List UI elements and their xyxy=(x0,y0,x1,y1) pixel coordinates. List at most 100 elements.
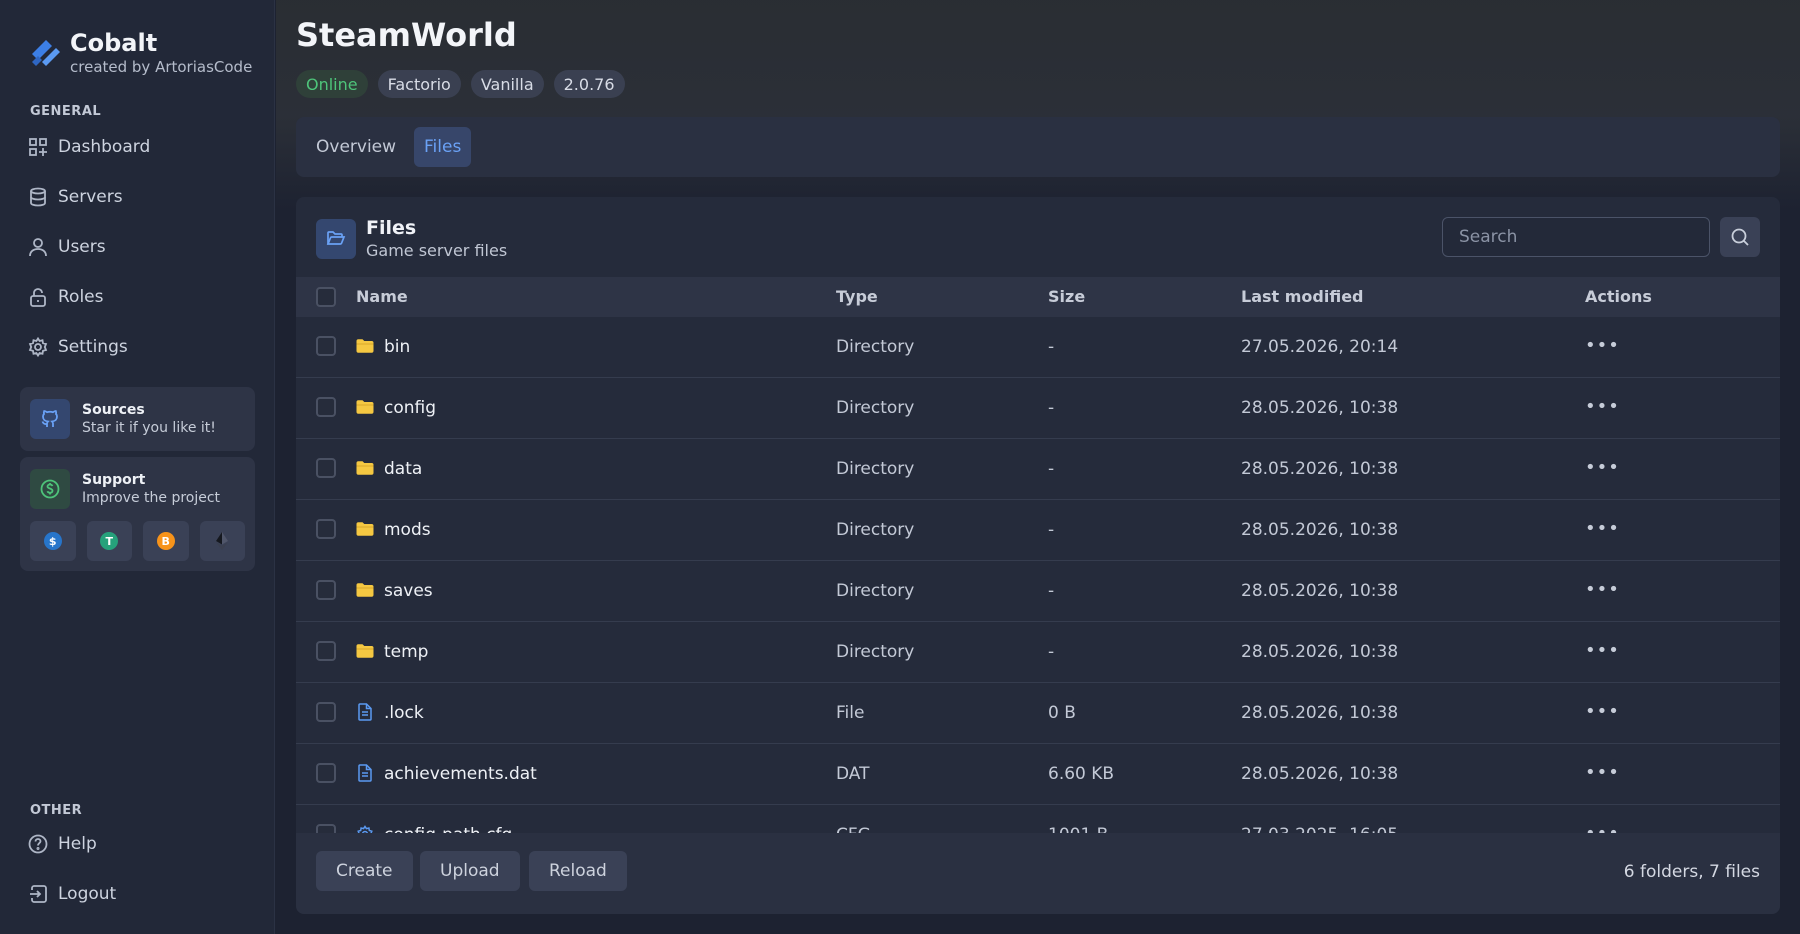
config-file-icon xyxy=(355,824,375,833)
file-name[interactable]: .lock xyxy=(384,703,424,723)
file-name[interactable]: data xyxy=(384,459,422,479)
sidebar-item-label: Users xyxy=(58,237,106,257)
more-actions-icon[interactable]: ••• xyxy=(1585,335,1620,356)
file-modified: 27.03.2025, 16:05 xyxy=(1241,825,1398,833)
table-row[interactable]: mods Directory - 28.05.2026, 10:38 ••• xyxy=(296,500,1780,561)
tab-files[interactable]: Files xyxy=(414,127,472,167)
file-type: CFG xyxy=(836,825,871,833)
file-modified: 27.05.2026, 20:14 xyxy=(1241,337,1399,357)
tab-overview[interactable]: Overview xyxy=(306,127,406,167)
more-actions-icon[interactable]: ••• xyxy=(1585,396,1620,417)
file-icon xyxy=(355,702,375,722)
edition-badge: Vanilla xyxy=(470,70,544,98)
sources-card[interactable]: Sources Star it if you like it! xyxy=(20,387,255,451)
tether-button[interactable]: T xyxy=(86,521,132,561)
panel-subtitle: Game server files xyxy=(366,241,508,260)
file-size: - xyxy=(1048,581,1055,601)
file-list: bin Directory - 27.05.2026, 20:14 ••• config D… xyxy=(296,317,1780,833)
sidebar-item-dashboard[interactable]: Dashboard xyxy=(28,132,150,162)
row-checkbox[interactable] xyxy=(316,702,336,722)
file-modified: 28.05.2026, 10:38 xyxy=(1241,642,1399,662)
create-button[interactable]: Create xyxy=(316,851,413,891)
file-name[interactable]: temp xyxy=(384,642,428,662)
row-checkbox[interactable] xyxy=(316,641,336,661)
table-row[interactable]: config Directory - 28.05.2026, 10:38 ••• xyxy=(296,378,1780,439)
row-checkbox[interactable] xyxy=(316,763,336,783)
column-header-size[interactable]: Size xyxy=(1048,287,1085,306)
file-modified: 28.05.2026, 10:38 xyxy=(1241,581,1399,601)
file-type: DAT xyxy=(836,764,870,784)
row-checkbox[interactable] xyxy=(316,458,336,478)
file-name[interactable]: config xyxy=(384,398,436,418)
upload-button[interactable]: Upload xyxy=(420,851,520,891)
bitcoin-button[interactable]: B xyxy=(143,521,189,561)
file-type: Directory xyxy=(836,337,915,357)
column-header-modified[interactable]: Last modified xyxy=(1241,287,1364,306)
file-size: - xyxy=(1048,459,1055,479)
file-size: - xyxy=(1048,337,1055,357)
more-actions-icon[interactable]: ••• xyxy=(1585,579,1620,600)
row-checkbox[interactable] xyxy=(316,336,336,356)
table-row[interactable]: data Directory - 28.05.2026, 10:38 ••• xyxy=(296,439,1780,500)
page-title: SteamWorld xyxy=(296,16,517,54)
more-actions-icon[interactable]: ••• xyxy=(1585,457,1620,478)
column-header-name[interactable]: Name xyxy=(356,287,408,306)
ethereum-button[interactable] xyxy=(199,521,245,561)
search-input[interactable] xyxy=(1442,217,1710,257)
brand[interactable]: Cobalt created by ArtoriasCode xyxy=(28,28,252,76)
support-card: Support Improve the project $ T B xyxy=(20,457,255,571)
row-checkbox[interactable] xyxy=(316,824,336,833)
table-row[interactable]: bin Directory - 27.05.2026, 20:14 ••• xyxy=(296,317,1780,378)
file-size: 6.60 KB xyxy=(1048,764,1115,784)
row-checkbox[interactable] xyxy=(316,519,336,539)
files-summary: 6 folders, 7 files xyxy=(1623,862,1760,882)
usdc-button[interactable]: $ xyxy=(30,521,76,561)
row-checkbox[interactable] xyxy=(316,397,336,417)
dashboard-icon xyxy=(29,138,47,156)
sidebar-item-logout[interactable]: Logout xyxy=(28,879,116,909)
sidebar-item-servers[interactable]: Servers xyxy=(28,182,123,212)
table-header: Name Type Size Last modified Actions xyxy=(296,277,1780,317)
select-all-checkbox[interactable] xyxy=(316,287,336,307)
file-size: - xyxy=(1048,520,1055,540)
file-size: - xyxy=(1048,642,1055,662)
column-header-actions: Actions xyxy=(1585,287,1652,306)
sidebar-item-users[interactable]: Users xyxy=(28,232,106,262)
files-footer: Create Upload Reload 6 folders, 7 files xyxy=(296,833,1780,914)
file-type: Directory xyxy=(836,581,915,601)
file-name[interactable]: bin xyxy=(384,337,410,357)
reload-button[interactable]: Reload xyxy=(529,851,627,891)
file-name[interactable]: saves xyxy=(384,581,433,601)
file-name[interactable]: achievements.dat xyxy=(384,764,537,784)
sidebar-item-roles[interactable]: Roles xyxy=(28,282,104,312)
game-badge: Factorio xyxy=(377,70,461,98)
sidebar: Cobalt created by ArtoriasCode GENERAL D… xyxy=(0,0,275,934)
file-modified: 28.05.2026, 10:38 xyxy=(1241,764,1399,784)
file-modified: 28.05.2026, 10:38 xyxy=(1241,459,1399,479)
dollar-icon xyxy=(30,469,70,509)
section-label-general: GENERAL xyxy=(30,104,102,119)
more-actions-icon[interactable]: ••• xyxy=(1585,823,1620,833)
file-size: - xyxy=(1048,398,1055,418)
table-row[interactable]: achievements.dat DAT 6.60 KB 28.05.2026, 10… xyxy=(296,744,1780,805)
more-actions-icon[interactable]: ••• xyxy=(1585,701,1620,722)
table-row[interactable]: config-path.cfg CFG 1001 B 27.03.2025, 16:0… xyxy=(296,805,1780,833)
table-row[interactable]: temp Directory - 28.05.2026, 10:38 ••• xyxy=(296,622,1780,683)
file-name[interactable]: config-path.cfg xyxy=(384,825,512,833)
bitcoin-icon: B xyxy=(156,532,175,550)
more-actions-icon[interactable]: ••• xyxy=(1585,518,1620,539)
column-header-type[interactable]: Type xyxy=(836,287,878,306)
table-row[interactable]: saves Directory - 28.05.2026, 10:38 ••• xyxy=(296,561,1780,622)
table-row[interactable]: .lock File 0 B 28.05.2026, 10:38 ••• xyxy=(296,683,1780,744)
search-button[interactable] xyxy=(1720,217,1760,257)
more-actions-icon[interactable]: ••• xyxy=(1585,762,1620,783)
more-actions-icon[interactable]: ••• xyxy=(1585,640,1620,661)
files-panel: Files Game server files Name Type Size L… xyxy=(296,197,1780,914)
sidebar-item-label: Help xyxy=(58,834,97,854)
sidebar-item-help[interactable]: Help xyxy=(28,829,97,859)
row-checkbox[interactable] xyxy=(316,580,336,600)
support-subtitle: Improve the project xyxy=(82,490,221,506)
file-type: Directory xyxy=(836,459,915,479)
file-name[interactable]: mods xyxy=(384,520,431,540)
sidebar-item-settings[interactable]: Settings xyxy=(28,332,128,362)
